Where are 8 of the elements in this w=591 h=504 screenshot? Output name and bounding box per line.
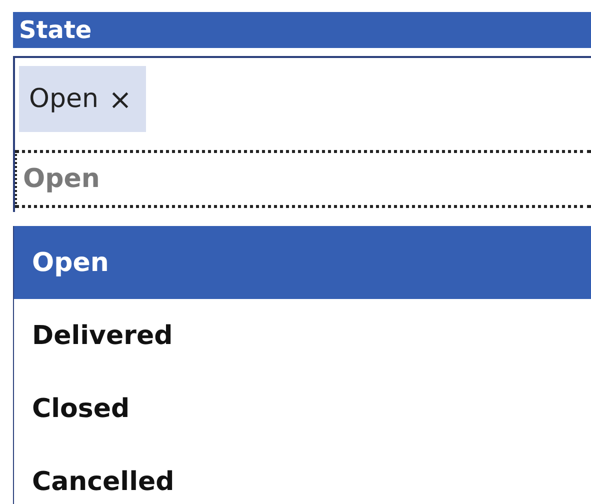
field-title: State <box>19 16 92 44</box>
dropdown-option[interactable]: Delivered <box>14 299 591 372</box>
remove-tag-button[interactable]: × <box>108 82 132 116</box>
dropdown-option[interactable]: Closed <box>14 372 591 445</box>
tag-label: Open <box>29 84 98 114</box>
search-field[interactable]: Open <box>15 150 591 208</box>
dropdown-option[interactable]: Open <box>14 226 591 299</box>
dropdown-option[interactable]: Cancelled <box>14 445 591 504</box>
